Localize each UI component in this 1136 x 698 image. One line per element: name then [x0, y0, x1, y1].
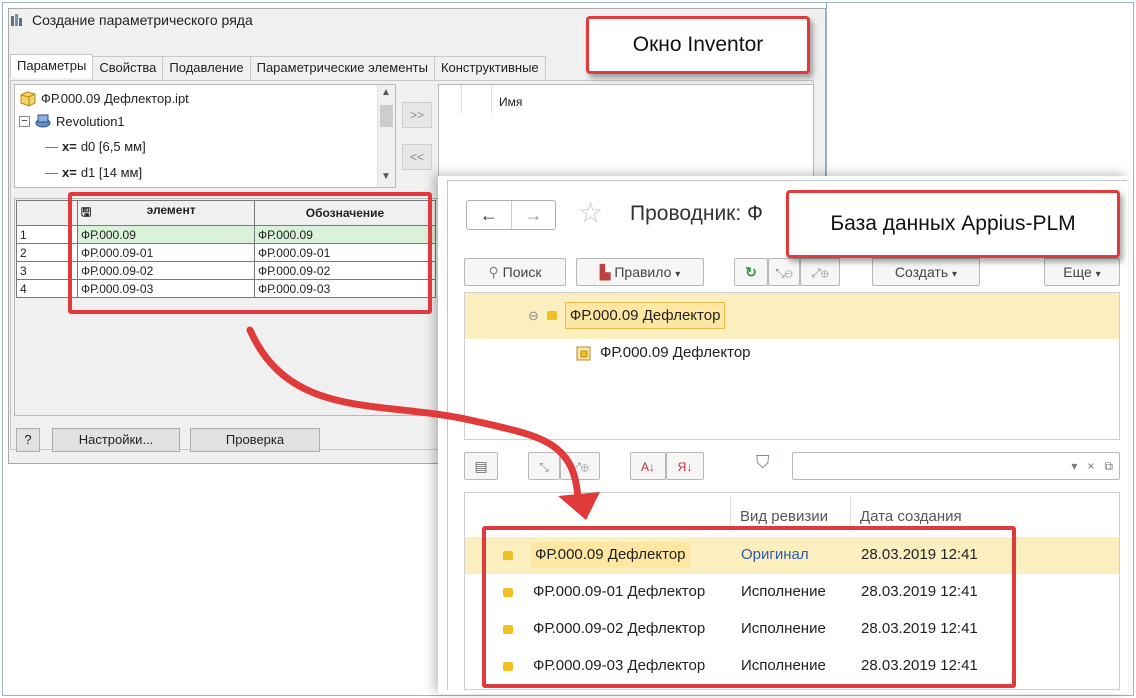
arrow-head-icon — [558, 492, 600, 520]
callout-inventor: Окно Inventor — [586, 16, 810, 74]
callout-appius: База данных Appius-PLM — [786, 190, 1120, 258]
connector-arrow — [246, 326, 600, 520]
